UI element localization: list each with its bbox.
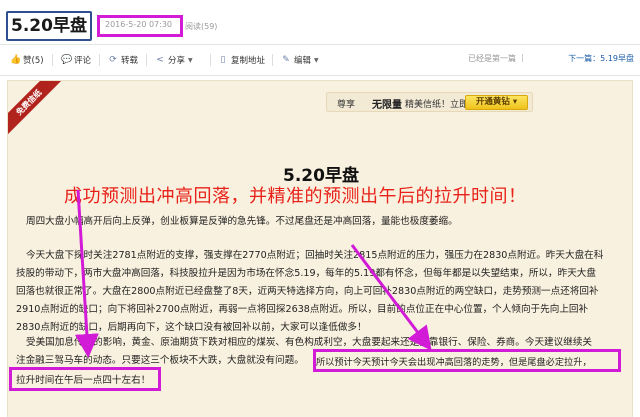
toolbar-divider [99, 54, 100, 66]
chevron-down-icon: ▼ [188, 56, 193, 64]
nav-divider: | [521, 53, 524, 62]
promo-text-post: 精美信纸！立即 [405, 100, 469, 110]
prediction-highlight-box [313, 349, 621, 372]
copy-url-button[interactable]: ▯ 复制地址 [218, 54, 266, 66]
paragraph-line: 技股的带动下，两市大盘冲高回落，科技股拉升是因为市场在怀念5.19，每年的5.1… [16, 268, 596, 279]
page-title: 5.20早盘 [6, 11, 92, 41]
next-post-link[interactable]: 下一篇：5.19早盘 [568, 53, 634, 64]
red-annotation: 成功预测出冲高回落，并精准的预测出午后的拉升时间！ [64, 186, 527, 207]
repost-button[interactable]: ⟳ 转载 [108, 54, 138, 66]
comment-button[interactable]: 💬 评论 [61, 54, 91, 66]
paragraph-line: 2910点附近的缺口；向下将回补2700点附近，再弱一点将回探2638点附近。所… [16, 304, 589, 315]
toolbar-divider [210, 54, 211, 66]
repost-icon: ⟳ [109, 55, 117, 65]
copy-url-label: 复制地址 [231, 56, 266, 66]
comment-label: 评论 [74, 56, 92, 66]
share-icon: < [156, 55, 164, 65]
toolbar-divider [146, 54, 147, 66]
comment-icon: 💬 [61, 55, 73, 65]
paragraph-line: 周四大盘小幅高开后向上反弹，创业板算是反弹的急先锋。不过尾盘还是冲高回落，量能也… [26, 216, 458, 227]
prev-post-label: 已经是第一篇 [468, 54, 516, 63]
share-button[interactable]: < 分享 ▼ [155, 54, 193, 66]
promo-text-strong: 无限量 [372, 100, 402, 111]
time-highlight-box [9, 367, 161, 391]
share-label: 分享 [168, 56, 186, 66]
promo-text-pre: 尊享 [337, 100, 356, 110]
chevron-down-icon: ▼ [314, 56, 319, 64]
like-label: 赞(5) [23, 56, 44, 66]
post-date: 2016-5-20 07:30 [105, 20, 172, 29]
edit-button[interactable]: ✎ 编辑 ▼ [281, 54, 319, 66]
document-icon: ▯ [220, 55, 226, 65]
toolbar-divider [52, 54, 53, 66]
toolbar-divider [272, 54, 273, 66]
edit-label: 编辑 [294, 56, 312, 66]
thumbs-up-icon: 👍 [10, 55, 22, 65]
repost-label: 转载 [121, 56, 139, 66]
toolbar: 👍 赞(5) 💬 评论 ⟳ 转载 < 分享 ▼ ▯ 复制地址 ✎ 编辑 ▼ [0, 44, 640, 76]
like-button[interactable]: 👍 赞(5) [10, 54, 44, 66]
free-stationery-ribbon: 免费信纸 [8, 81, 62, 136]
pencil-icon: ✎ [282, 55, 290, 65]
paragraph-line: 今天大盘下探时关注2781点附近的支撑，强支撑在2770点附近；回抽时关注281… [26, 250, 604, 261]
promo-banner: 尊享 无限量 精美信纸！立即 开通黄钻 ▾ [326, 92, 533, 112]
open-yellow-diamond-button[interactable]: 开通黄钻 ▾ [465, 95, 528, 110]
view-count: 阅读(59) [185, 22, 218, 31]
paragraph-line: 回落也就很正常了。大盘在2800点附近已经盘整了8天，近两天特选择方向，向上可回… [16, 286, 599, 297]
promo-button-label: 开通黄钻 [475, 97, 510, 107]
